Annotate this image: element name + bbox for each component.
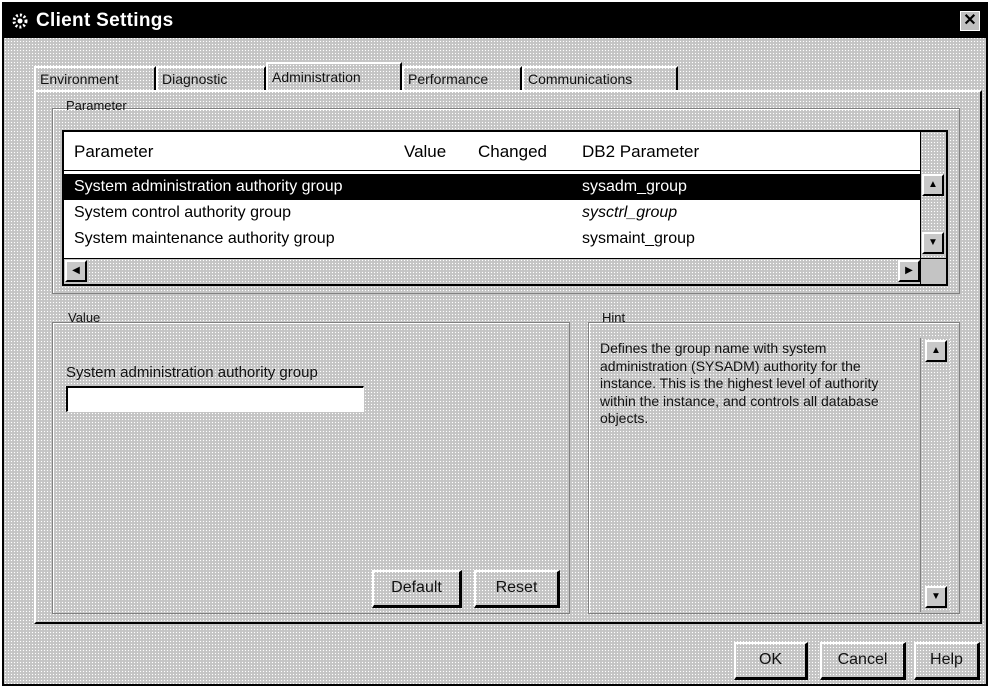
row-parameter: System maintenance authority group [74, 230, 335, 247]
column-header-value[interactable]: Value [404, 142, 446, 162]
value-group-label: Value [68, 310, 101, 325]
scrollbar-corner [920, 258, 946, 284]
table-row[interactable]: System maintenance authority group sysma… [64, 226, 922, 252]
tab-diagnostic[interactable]: Diagnostic [156, 66, 266, 90]
value-input[interactable] [66, 386, 364, 412]
table-row[interactable]: System administration authority group sy… [64, 174, 922, 200]
arrow-down-icon: ▼ [928, 237, 938, 248]
row-db2-parameter: sysadm_group [582, 178, 687, 195]
window-title: Client Settings [36, 10, 174, 31]
row-parameter: System administration authority group [74, 178, 343, 195]
list-header: Parameter Value Changed DB2 Parameter [64, 132, 922, 171]
column-header-db2-parameter[interactable]: DB2 Parameter [582, 142, 699, 162]
row-db2-parameter: sysctrl_group [582, 204, 678, 221]
column-header-parameter[interactable]: Parameter [74, 142, 153, 162]
scroll-left-button[interactable]: ◀ [65, 260, 87, 282]
tab-communications[interactable]: Communications [522, 66, 678, 90]
parameter-group-label: Parameter [66, 98, 127, 113]
arrow-right-icon: ▶ [905, 265, 913, 276]
tab-performance[interactable]: Performance [402, 66, 522, 90]
help-button[interactable]: Help [914, 642, 980, 680]
list-vertical-scrollbar[interactable]: ▲ ▼ [920, 132, 946, 258]
scroll-up-button[interactable]: ▲ [922, 174, 944, 196]
scroll-up-button[interactable]: ▲ [925, 340, 947, 362]
arrow-left-icon: ◀ [72, 265, 80, 276]
close-button[interactable]: ✕ [960, 11, 980, 31]
scroll-down-button[interactable]: ▼ [925, 586, 947, 608]
arrow-down-icon: ▼ [931, 591, 941, 602]
arrow-up-icon: ▲ [928, 179, 938, 190]
scroll-down-button[interactable]: ▼ [922, 232, 944, 254]
default-button[interactable]: Default [372, 570, 462, 608]
row-parameter: System control authority group [74, 204, 291, 221]
gear-icon [10, 11, 30, 31]
reset-button[interactable]: Reset [474, 570, 560, 608]
tab-administration[interactable]: Administration [266, 62, 402, 92]
column-header-changed[interactable]: Changed [478, 142, 547, 162]
client-settings-dialog: Client Settings ✕ Environment Diagnostic… [2, 2, 988, 686]
hint-text: Defines the group name with system admin… [600, 340, 879, 426]
row-db2-parameter: sysmaint_group [582, 230, 695, 247]
list-horizontal-scrollbar[interactable]: ◀ ▶ [64, 258, 922, 284]
hint-group-label: Hint [602, 310, 626, 325]
cancel-button[interactable]: Cancel [820, 642, 906, 680]
hint-vertical-scrollbar[interactable]: ▲ ▼ [920, 338, 950, 612]
table-row[interactable]: System control authority group sysctrl_g… [64, 200, 922, 226]
value-field-label: System administration authority group [66, 364, 318, 381]
ok-button[interactable]: OK [734, 642, 808, 680]
scroll-right-button[interactable]: ▶ [898, 260, 920, 282]
title-bar[interactable]: Client Settings ✕ [4, 4, 986, 38]
arrow-up-icon: ▲ [931, 345, 941, 356]
parameter-list[interactable]: Parameter Value Changed DB2 Parameter Sy… [62, 130, 948, 286]
tab-environment[interactable]: Environment [34, 66, 156, 90]
